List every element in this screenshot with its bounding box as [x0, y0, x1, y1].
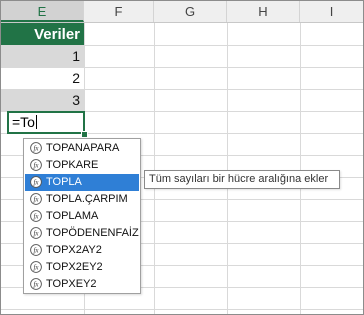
- function-icon: fx: [30, 142, 42, 154]
- function-icon: fx: [30, 193, 42, 205]
- svg-text:fx: fx: [33, 230, 39, 238]
- table-value-cell[interactable]: 2: [1, 68, 84, 89]
- autocomplete-item-label: TOPKARE: [46, 159, 99, 171]
- autocomplete-item-selected[interactable]: fx TOPLA: [25, 174, 139, 191]
- svg-text:fx: fx: [33, 145, 39, 153]
- autocomplete-item[interactable]: fx TOPX2AY2: [25, 242, 139, 259]
- autocomplete-item[interactable]: fx TOPLA.ÇARPIM: [25, 191, 139, 208]
- function-icon: fx: [30, 244, 42, 256]
- autocomplete-item-label: TOPLAMA: [46, 210, 99, 222]
- autocomplete-item[interactable]: fx TOPX2EY2: [25, 259, 139, 276]
- autocomplete-item[interactable]: fx TOPLAMA: [25, 208, 139, 225]
- table-value-cell[interactable]: 1: [1, 46, 84, 67]
- function-icon: fx: [30, 176, 42, 188]
- function-icon: fx: [30, 278, 42, 290]
- function-icon: fx: [30, 227, 42, 239]
- autocomplete-item[interactable]: fx TOPANAPARA: [25, 140, 139, 157]
- svg-text:fx: fx: [33, 162, 39, 170]
- table-header-cell[interactable]: Veriler: [1, 23, 84, 45]
- function-icon: fx: [30, 261, 42, 273]
- function-description-tooltip: Tüm sayıları bir hücre aralığına ekler: [144, 170, 340, 189]
- svg-text:fx: fx: [33, 281, 39, 289]
- autocomplete-item-label: TOPLA.ÇARPIM: [46, 193, 128, 205]
- column-header-f[interactable]: F: [84, 1, 154, 22]
- table-value-cell[interactable]: 3: [1, 90, 84, 111]
- svg-text:fx: fx: [33, 179, 39, 187]
- spreadsheet-window: E F G H I Veriler 1 2 3 =To fx TOPANAPAR…: [0, 0, 364, 315]
- autocomplete-item[interactable]: fx TOPÖDENENFAİZ: [25, 225, 139, 242]
- column-header-g[interactable]: G: [154, 1, 227, 22]
- column-header-i[interactable]: I: [300, 1, 363, 22]
- svg-text:fx: fx: [33, 213, 39, 221]
- column-header-h[interactable]: H: [227, 1, 300, 22]
- column-header-row: E F G H I: [1, 1, 363, 23]
- autocomplete-item-label: TOPXEY2: [46, 278, 97, 290]
- column-header-e[interactable]: E: [1, 1, 84, 22]
- text-cursor: [35, 115, 37, 129]
- function-autocomplete-list: fx TOPANAPARA fx TOPKARE fx TOPLA fx TOP…: [23, 138, 141, 294]
- autocomplete-item-label: TOPX2EY2: [46, 261, 103, 273]
- autocomplete-item-label: TOPANAPARA: [46, 142, 120, 154]
- function-icon: fx: [30, 159, 42, 171]
- autocomplete-item-label: TOPÖDENENFAİZ: [46, 227, 139, 239]
- active-edit-cell[interactable]: =To: [7, 111, 85, 134]
- formula-input-text: =To: [12, 114, 35, 130]
- fill-handle[interactable]: [81, 131, 88, 138]
- autocomplete-item-label: TOPLA: [46, 176, 82, 188]
- svg-text:fx: fx: [33, 196, 39, 204]
- svg-text:fx: fx: [33, 247, 39, 255]
- autocomplete-item-label: TOPX2AY2: [46, 244, 102, 256]
- autocomplete-item[interactable]: fx TOPKARE: [25, 157, 139, 174]
- svg-text:fx: fx: [33, 264, 39, 272]
- autocomplete-item[interactable]: fx TOPXEY2: [25, 276, 139, 293]
- function-icon: fx: [30, 210, 42, 222]
